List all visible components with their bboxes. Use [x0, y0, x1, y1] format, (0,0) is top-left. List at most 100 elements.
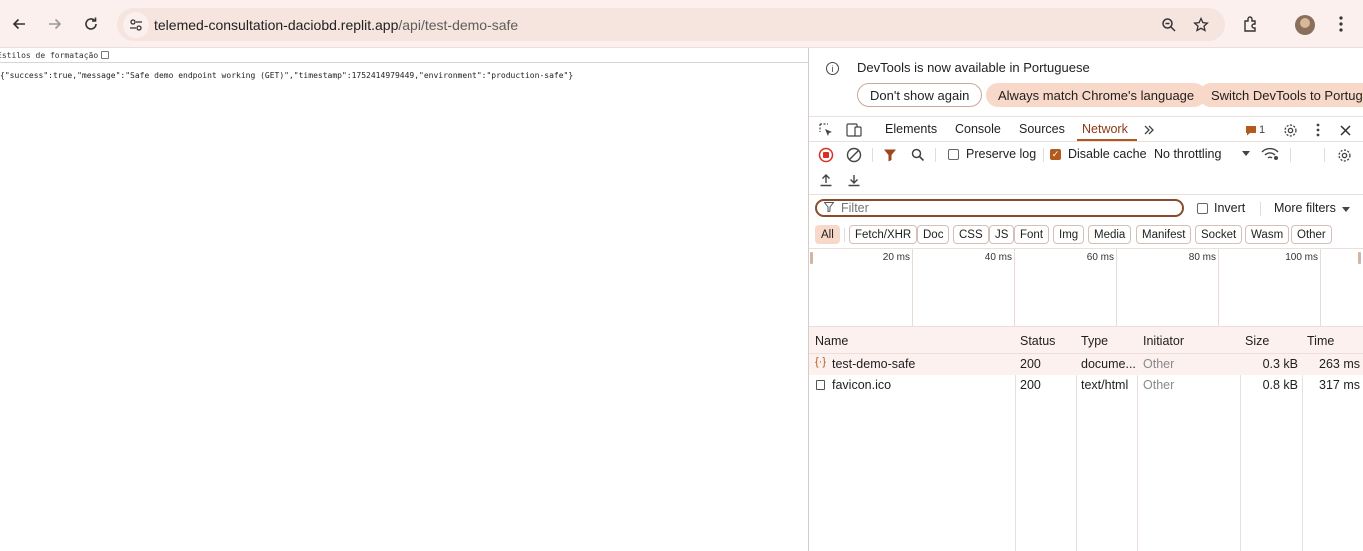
filter-chip-other[interactable]: Other: [1291, 225, 1332, 244]
preserve-log-checkbox[interactable]: [948, 149, 959, 160]
file-icon: [816, 380, 825, 390]
table-row[interactable]: {·} test-demo-safe 200 docume... Other 0…: [809, 354, 1363, 375]
column-header-time[interactable]: Time: [1307, 334, 1334, 348]
site-settings-icon[interactable]: [123, 12, 149, 38]
timeline-gridline: [912, 249, 913, 327]
divider: [1043, 148, 1044, 162]
settings-gear-icon[interactable]: [1281, 121, 1299, 139]
timeline-tick-label: 40 ms: [984, 252, 1012, 263]
url-host: telemed-consultation-daciobd.replit.app: [154, 17, 399, 33]
forward-icon[interactable]: [40, 9, 70, 39]
column-header-size[interactable]: Size: [1245, 334, 1269, 348]
back-icon[interactable]: [4, 9, 34, 39]
column-header-name[interactable]: Name: [815, 334, 848, 348]
filter-chip-socket[interactable]: Socket: [1195, 225, 1243, 244]
filter-chip-font[interactable]: Font: [1014, 225, 1050, 244]
filter-field[interactable]: [815, 199, 1184, 217]
devtools-panel: i DevTools is now available in Portugues…: [808, 48, 1363, 551]
request-size: 0.8 kB: [1262, 378, 1298, 392]
filter-chip-wasm[interactable]: Wasm: [1245, 225, 1290, 244]
tab-sources[interactable]: Sources: [1019, 122, 1065, 136]
filter-chip-media[interactable]: Media: [1088, 225, 1132, 244]
request-status: 200: [1020, 378, 1041, 392]
disable-cache-checkbox[interactable]: ✓: [1050, 149, 1061, 160]
invert-label: Invert: [1214, 201, 1246, 215]
request-time: 317 ms: [1319, 378, 1360, 392]
divider: [935, 148, 936, 162]
network-requests-table: Name Status Type Initiator Size Time {·}…: [809, 326, 1363, 551]
close-devtools-icon[interactable]: [1336, 121, 1354, 139]
search-icon[interactable]: [909, 146, 927, 164]
filter-chip-js[interactable]: JS: [989, 225, 1015, 244]
filter-funnel-icon[interactable]: [881, 146, 899, 164]
network-settings-gear-icon[interactable]: [1335, 146, 1353, 164]
filter-chip-fetch-xhr[interactable]: Fetch/XHR: [849, 225, 918, 244]
column-header-type[interactable]: Type: [1081, 334, 1108, 348]
throttling-dropdown-icon[interactable]: [1242, 151, 1250, 156]
extensions-icon[interactable]: [1236, 9, 1266, 39]
filter-chip-manifest[interactable]: Manifest: [1136, 225, 1192, 244]
device-toolbar-icon[interactable]: [845, 121, 863, 139]
page-content: Estilos de formatação {"success":true,"m…: [0, 48, 808, 551]
network-controls: Preserve log ✓ Disable cache No throttli…: [809, 142, 1363, 192]
network-timeline[interactable]: 20 ms 40 ms 60 ms 80 ms 100 ms: [809, 248, 1363, 327]
bookmark-star-icon[interactable]: [1188, 12, 1214, 38]
devtools-menu-icon[interactable]: [1309, 121, 1327, 139]
request-time: 263 ms: [1319, 357, 1360, 371]
clear-icon[interactable]: [845, 146, 863, 164]
filter-chip-img[interactable]: Img: [1053, 225, 1085, 244]
timeline-gridline: [1116, 249, 1117, 327]
issues-counter[interactable]: 1: [1241, 121, 1269, 139]
timeline-right-handle[interactable]: [1358, 252, 1361, 264]
match-language-button[interactable]: Always match Chrome's language: [986, 83, 1207, 107]
column-header-initiator[interactable]: Initiator: [1143, 334, 1184, 348]
url-path: /api/test-demo-safe: [398, 17, 519, 33]
timeline-gridline: [1014, 249, 1015, 327]
filter-bar: Invert More filters All Fetch/XHR Doc CS…: [809, 194, 1363, 248]
filter-input-funnel-icon: [823, 202, 835, 215]
zoom-icon[interactable]: [1156, 12, 1182, 38]
export-har-icon[interactable]: [845, 171, 863, 189]
divider: [872, 148, 873, 162]
column-header-status[interactable]: Status: [1020, 334, 1055, 348]
disable-cache-label: Disable cache: [1068, 147, 1147, 161]
invert-checkbox[interactable]: [1197, 203, 1208, 214]
more-menu-icon[interactable]: [1326, 9, 1356, 39]
request-status: 200: [1020, 357, 1041, 371]
inspect-element-icon[interactable]: [817, 121, 835, 139]
tab-console[interactable]: Console: [955, 122, 1001, 136]
table-row[interactable]: favicon.ico 200 text/html Other 0.8 kB 3…: [809, 375, 1363, 396]
tab-network[interactable]: Network: [1082, 122, 1128, 136]
record-stop-icon[interactable]: [817, 146, 835, 164]
more-tabs-icon[interactable]: [1140, 121, 1158, 139]
timeline-tick-label: 20 ms: [882, 252, 910, 263]
divider: [844, 228, 845, 242]
devtools-tabs: Elements Console Sources Network 1: [809, 116, 1363, 142]
avatar[interactable]: [1295, 15, 1315, 35]
preserve-log-label: Preserve log: [966, 147, 1037, 161]
timeline-left-handle[interactable]: [810, 252, 813, 264]
network-conditions-icon[interactable]: [1261, 145, 1279, 163]
import-har-icon[interactable]: [817, 171, 835, 189]
filter-chip-doc[interactable]: Doc: [917, 225, 950, 244]
filter-chip-css[interactable]: CSS: [953, 225, 989, 244]
reload-icon[interactable]: [76, 9, 106, 39]
timeline-tick-label: 80 ms: [1188, 252, 1216, 263]
divider: [1260, 202, 1261, 216]
more-filters-button[interactable]: More filters: [1274, 201, 1336, 215]
tab-elements[interactable]: Elements: [885, 122, 937, 136]
request-size: 0.3 kB: [1262, 357, 1298, 371]
address-bar[interactable]: telemed-consultation-daciobd.replit.app/…: [117, 8, 1225, 41]
dont-show-again-button[interactable]: Don't show again: [857, 83, 983, 107]
switch-language-button[interactable]: Switch DevTools to Portuguese: [1199, 83, 1363, 107]
table-header: Name Status Type Initiator Size Time: [809, 327, 1363, 354]
info-icon: i: [826, 62, 839, 75]
filter-input[interactable]: [841, 201, 1161, 215]
filter-chip-all[interactable]: All: [815, 225, 840, 244]
throttling-select[interactable]: No throttling: [1154, 147, 1221, 161]
timeline-gridline: [1320, 249, 1321, 327]
format-styles-checkbox[interactable]: [101, 51, 110, 59]
url-text: telemed-consultation-daciobd.replit.app/…: [154, 17, 518, 33]
timeline-tick-label: 60 ms: [1086, 252, 1114, 263]
more-filters-dropdown-icon[interactable]: [1342, 207, 1350, 212]
